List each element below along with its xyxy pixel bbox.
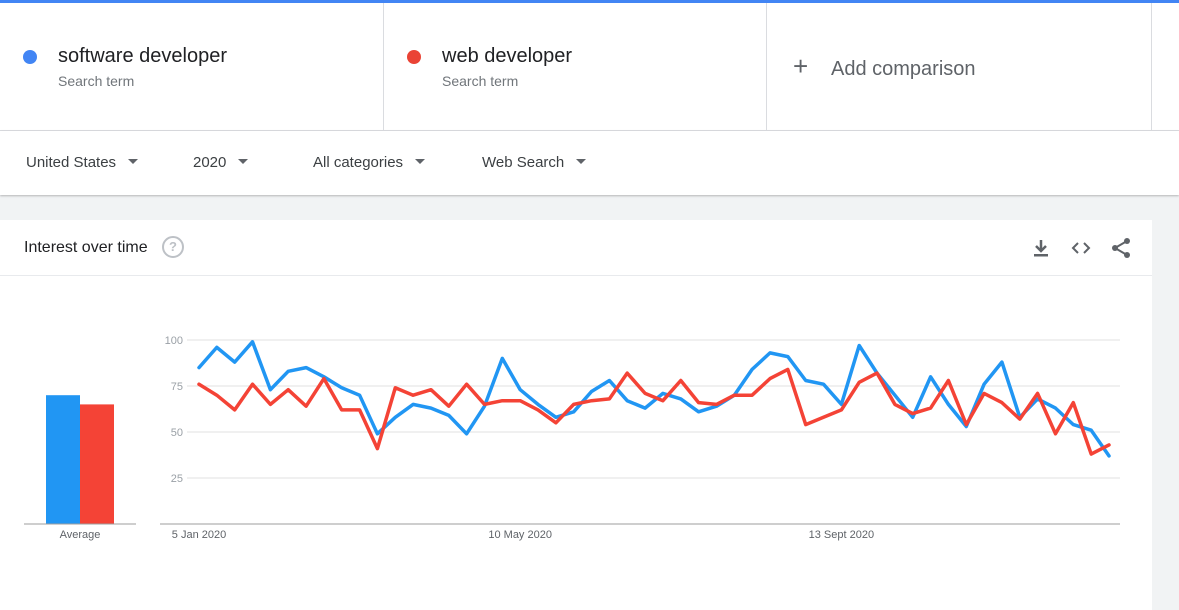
- card-title: Interest over time: [24, 239, 148, 256]
- average-bar-web-developer[interactable]: [80, 404, 114, 524]
- term-name: web developer: [442, 45, 573, 67]
- y-tick-label: 75: [171, 381, 183, 393]
- caret-down-icon: [128, 158, 139, 164]
- search-terms-bar: software developer Search term web devel…: [0, 3, 1179, 131]
- filters-bar: United States 2020 All categories Web Se…: [0, 131, 1179, 195]
- term-subtitle: Search term: [442, 73, 519, 89]
- term-color-dot: [23, 50, 37, 64]
- x-tick-label: 13 Sept 2020: [809, 529, 874, 541]
- add-comparison-button[interactable]: + Add comparison: [767, 3, 1152, 130]
- category-dropdown[interactable]: All categories: [313, 154, 426, 171]
- chart-gridlines: 25 50 75 100: [160, 335, 1120, 525]
- caret-down-icon: [576, 158, 587, 164]
- average-bar-software-developer[interactable]: [46, 395, 80, 524]
- category-value: All categories: [313, 154, 404, 171]
- x-axis-ticks: 5 Jan 2020 10 May 2020 13 Sept 2020: [172, 529, 874, 541]
- download-icon[interactable]: [1029, 236, 1053, 260]
- add-comparison-label: Add comparison: [831, 58, 976, 80]
- term-card-web-developer[interactable]: web developer Search term: [384, 3, 767, 130]
- average-label: Average: [60, 529, 101, 541]
- interest-over-time-card: Interest over time ? Average 25 50 75 100 5…: [0, 220, 1152, 610]
- embed-icon[interactable]: [1069, 236, 1093, 260]
- card-header: Interest over time ?: [0, 220, 1152, 276]
- chart-series: [197, 340, 1111, 458]
- term-card-software-developer[interactable]: software developer Search term: [0, 3, 384, 130]
- caret-down-icon: [238, 158, 249, 164]
- search-type-value: Web Search: [482, 154, 565, 171]
- share-icon[interactable]: [1109, 236, 1133, 260]
- term-color-dot: [407, 50, 421, 64]
- y-tick-label: 50: [171, 427, 183, 439]
- x-tick-label: 5 Jan 2020: [172, 529, 226, 541]
- y-tick-label: 25: [171, 473, 183, 485]
- region-dropdown[interactable]: United States: [26, 154, 139, 171]
- x-tick-label: 10 May 2020: [488, 529, 552, 541]
- plus-icon: +: [793, 51, 809, 81]
- y-tick-label: 100: [165, 335, 183, 347]
- region-value: United States: [26, 154, 117, 171]
- average-bars: Average: [24, 395, 136, 541]
- interest-chart: Average 25 50 75 100 5 Jan 2020 10 May 2020 1…: [24, 335, 1120, 541]
- time-range-dropdown[interactable]: 2020: [193, 154, 249, 171]
- time-range-value: 2020: [193, 154, 227, 171]
- term-subtitle: Search term: [58, 73, 135, 89]
- search-type-dropdown[interactable]: Web Search: [482, 154, 587, 171]
- help-icon[interactable]: ?: [162, 236, 184, 258]
- caret-down-icon: [415, 158, 426, 164]
- term-name: software developer: [58, 45, 227, 67]
